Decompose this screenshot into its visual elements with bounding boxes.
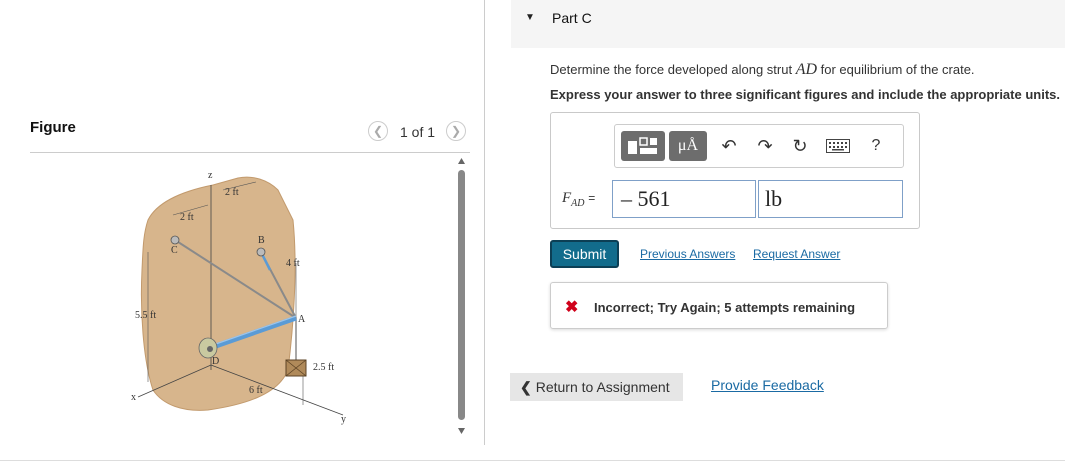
caret-down-icon[interactable]: ▼: [525, 12, 535, 23]
units-button[interactable]: μÅ: [669, 131, 707, 161]
answer-value-input[interactable]: – 561: [612, 180, 756, 218]
label-x: x: [131, 392, 136, 403]
chevron-left-icon: ❮: [372, 124, 384, 138]
help-button[interactable]: ?: [865, 133, 887, 159]
submit-button[interactable]: Submit: [550, 240, 619, 268]
previous-figure-button[interactable]: ❮: [368, 121, 388, 141]
redo-icon: ↷: [757, 135, 773, 156]
figure-divider: [30, 152, 470, 153]
label-d: D: [212, 356, 219, 367]
scroll-up-icon[interactable]: [458, 158, 465, 164]
undo-icon: ↶: [721, 135, 737, 156]
redo-button[interactable]: ↷: [753, 133, 777, 159]
part-header[interactable]: [511, 0, 1065, 48]
figure-title: Figure: [30, 119, 76, 136]
statics-figure: z x y C B A D 2 ft 2 ft 4 ft 5.5 ft 2.5 …: [131, 170, 346, 425]
feedback-box: ✖ Incorrect; Try Again; 5 attempts remai…: [550, 282, 888, 329]
label-y: y: [341, 414, 346, 425]
answer-label-main: F: [562, 190, 572, 206]
keyboard-button[interactable]: [825, 135, 851, 157]
question-text: Determine the force developed along stru…: [550, 61, 975, 79]
figure-scrollbar[interactable]: [457, 158, 466, 434]
label-c: C: [171, 245, 178, 256]
next-figure-button[interactable]: ❯: [446, 121, 466, 141]
math-toolbar: μÅ ↶ ↷ ↻ ?: [614, 124, 904, 168]
reset-icon: ↻: [792, 135, 808, 156]
undo-button[interactable]: ↶: [717, 133, 741, 159]
dim-label-6ft: 6 ft: [249, 385, 263, 396]
chevron-right-icon: ❯: [450, 124, 462, 138]
x-icon: ✖: [565, 299, 579, 316]
feedback-text: Incorrect; Try Again; 5 attempts remaini…: [594, 300, 856, 315]
support-c: [170, 235, 180, 245]
dim-label-4ft: 4 ft: [286, 258, 300, 269]
previous-answers-link[interactable]: Previous Answers: [640, 247, 735, 261]
return-to-assignment-button[interactable]: ❮ Return to Assignment: [510, 373, 683, 401]
keyboard-icon: [826, 139, 850, 153]
answer-equals: =: [588, 191, 596, 205]
panel-separator: [484, 0, 485, 445]
question-prefix: Determine the force developed along stru…: [550, 62, 796, 77]
dim-label-2ft-left: 2 ft: [180, 212, 194, 223]
question-variable: AD: [795, 61, 818, 78]
provide-feedback-link[interactable]: Provide Feedback: [711, 377, 824, 393]
support-b: [256, 247, 266, 257]
answer-instructions: Express your answer to three significant…: [550, 87, 1060, 102]
chevron-left-icon: ❮: [520, 378, 532, 395]
reset-button[interactable]: ↻: [787, 133, 813, 159]
templates-icon: [628, 137, 657, 154]
bottom-divider: [0, 460, 1065, 461]
wall-shape: [140, 176, 296, 411]
dim-label-5-5ft: 5.5 ft: [135, 310, 156, 321]
part-title: Part C: [552, 10, 592, 26]
figure-pager-text: 1 of 1: [400, 124, 436, 140]
request-answer-link[interactable]: Request Answer: [753, 247, 840, 261]
templates-button[interactable]: [621, 131, 665, 161]
answer-label-sub: AD: [571, 198, 585, 209]
answer-label: FAD =: [562, 190, 595, 209]
question-suffix: for equilibrium of the crate.: [817, 62, 975, 77]
scroll-down-icon[interactable]: [458, 428, 465, 434]
return-label: Return to Assignment: [535, 379, 670, 395]
label-a: A: [298, 314, 306, 325]
scroll-thumb[interactable]: [458, 170, 465, 420]
dim-label-2ft-top: 2 ft: [225, 187, 239, 198]
answer-unit-input[interactable]: lb: [758, 180, 903, 218]
label-b: B: [258, 235, 265, 246]
dim-label-2-5ft: 2.5 ft: [313, 362, 334, 373]
label-z: z: [208, 170, 213, 181]
